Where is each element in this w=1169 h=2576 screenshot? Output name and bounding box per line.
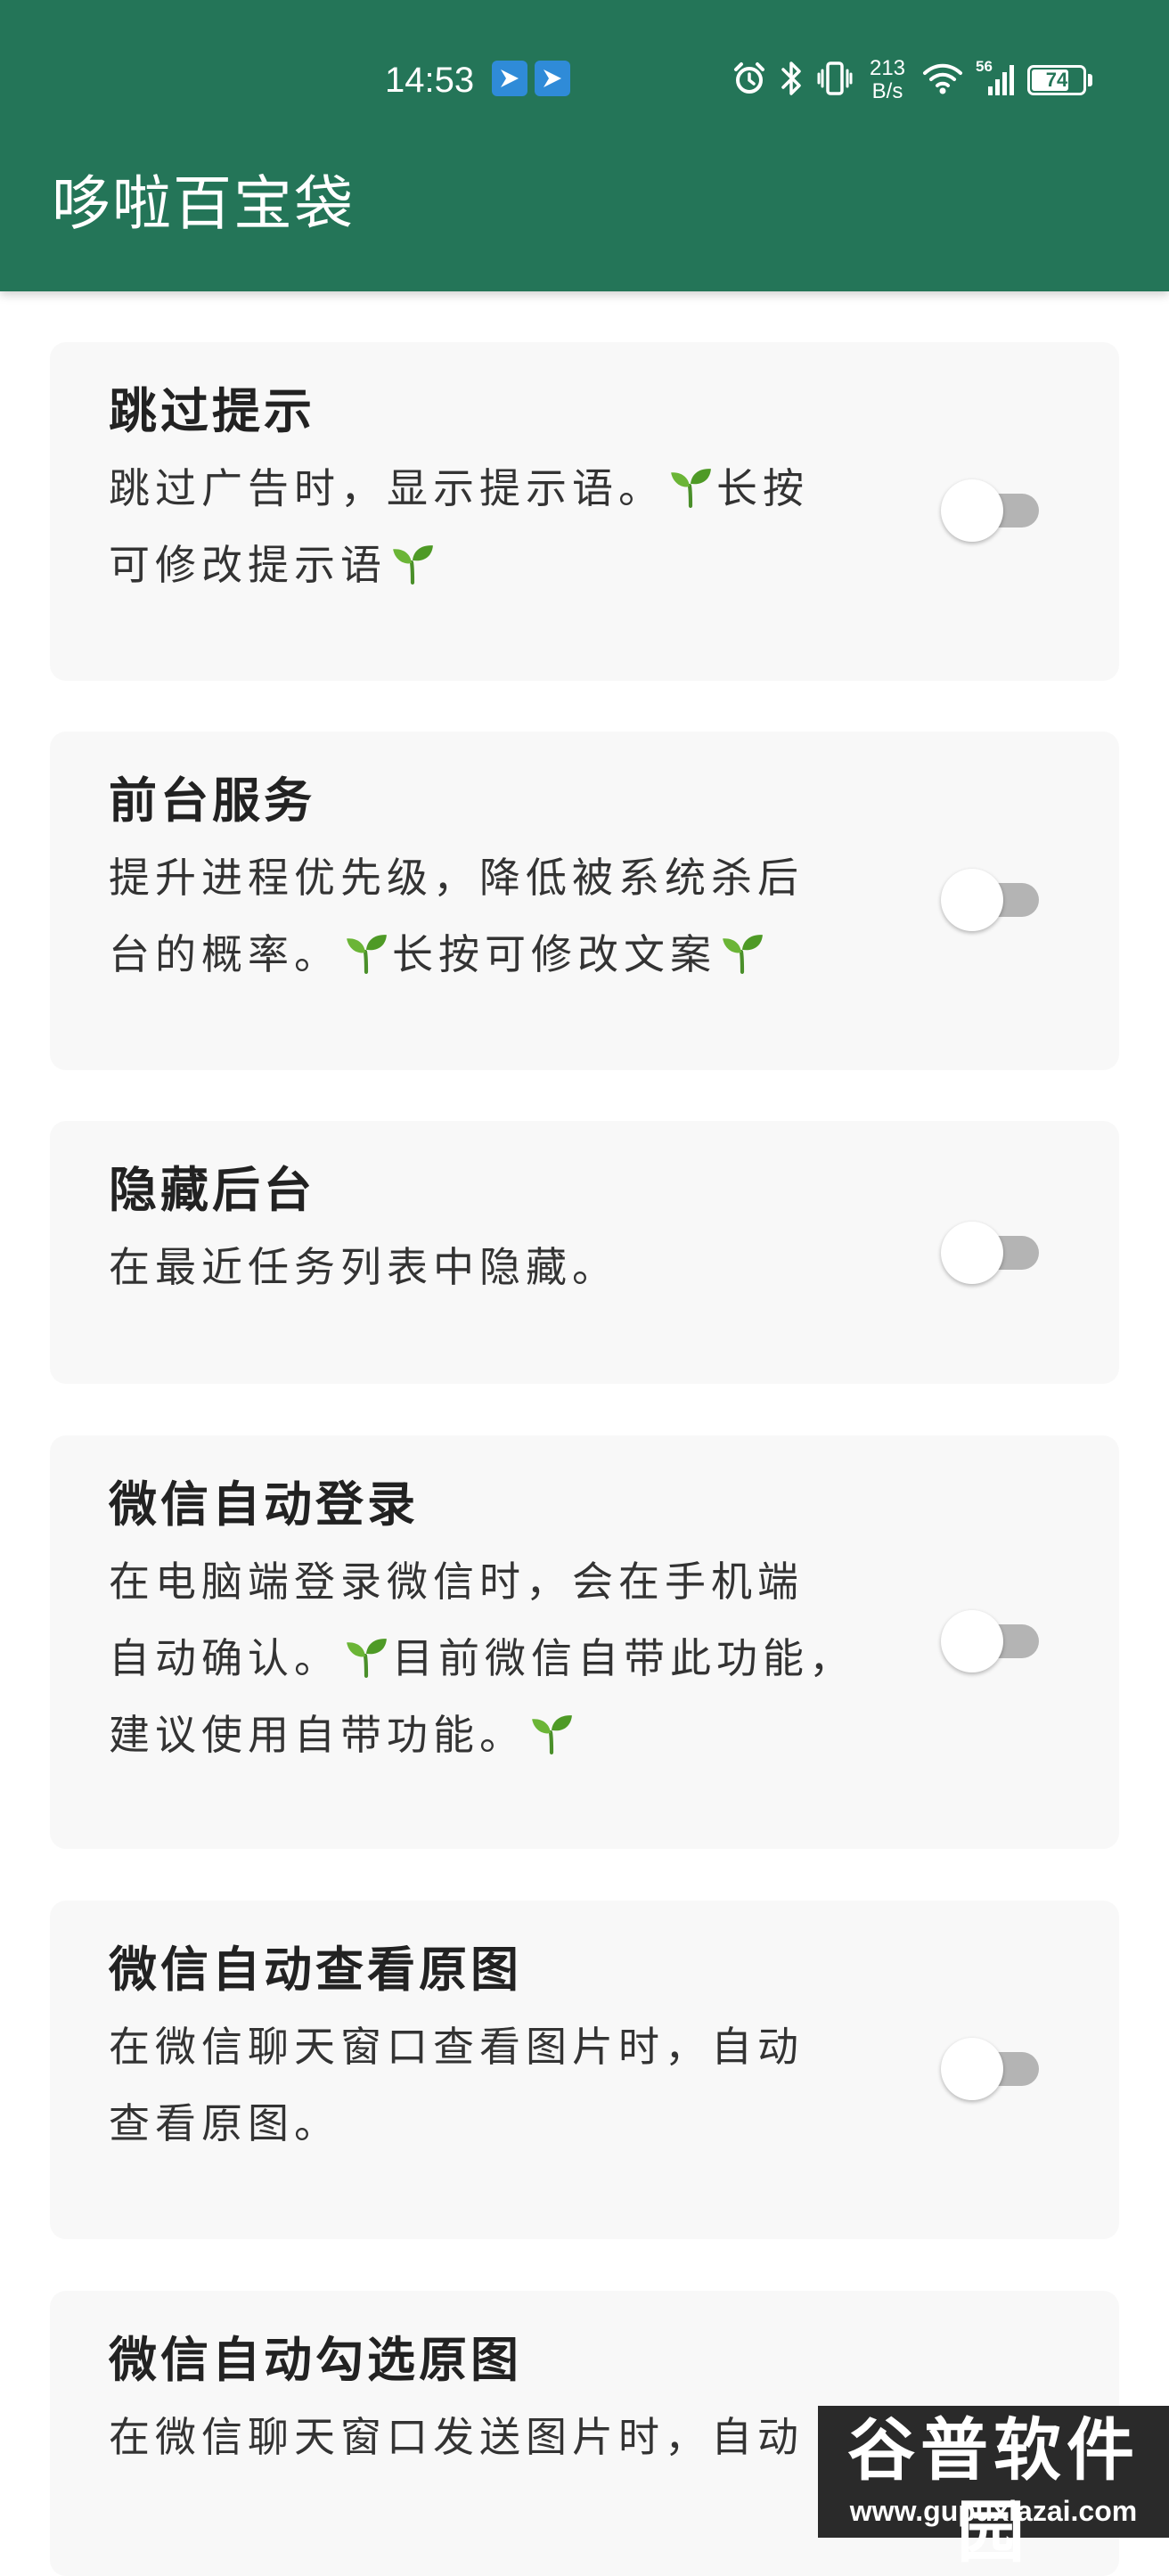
setting-card-skip-tip: 跳过提示 跳过广告时，显示提示语。 长按 可修改提示语 bbox=[50, 342, 1119, 681]
notification-app-icon bbox=[535, 61, 570, 96]
wechat-view-original-toggle[interactable] bbox=[936, 2035, 1042, 2103]
setting-title: 微信自动勾选原图 bbox=[109, 2332, 522, 2388]
sprout-icon bbox=[529, 1710, 574, 1754]
network-speed-unit: B/s bbox=[871, 79, 903, 103]
setting-title: 微信自动登录 bbox=[109, 1476, 419, 1533]
signal-icon: 56 bbox=[976, 58, 1015, 99]
setting-title: 微信自动查看原图 bbox=[109, 1942, 522, 1998]
sprout-icon bbox=[344, 929, 388, 974]
status-icons: 213 B/s 56 74 bbox=[732, 53, 1092, 107]
setting-description: 在微信聊天窗口查看图片时，自动 查看原图。 bbox=[109, 2023, 804, 2147]
status-bar: 14:53 213 B/s 56 74 bbox=[0, 0, 1169, 160]
setting-title: 前台服务 bbox=[109, 773, 315, 829]
watermark-url: www.gupuxiazai.com bbox=[849, 2495, 1138, 2527]
toggle-thumb bbox=[941, 1610, 1003, 1672]
alarm-icon bbox=[732, 61, 767, 100]
sprout-icon bbox=[344, 1633, 388, 1678]
watermark-title: 谷普软件园 bbox=[847, 2410, 1140, 2572]
setting-card-wechat-view-original: 微信自动查看原图 在微信聊天窗口查看图片时，自动 查看原图。 bbox=[50, 1901, 1119, 2239]
network-speed-value: 213 bbox=[869, 56, 906, 80]
setting-title: 隐藏后台 bbox=[109, 1162, 315, 1218]
toggle-thumb bbox=[941, 1222, 1003, 1284]
setting-card-wechat-auto-login: 微信自动登录 在电脑端登录微信时，会在手机端 自动确认。 目前微信自带此功能， 建… bbox=[50, 1435, 1119, 1849]
watermark: 谷普软件园 www.gupuxiazai.com bbox=[818, 2406, 1169, 2572]
battery-icon: 74 bbox=[1027, 65, 1086, 95]
toggle-thumb bbox=[941, 479, 1003, 542]
setting-description: 在最近任务列表中隐藏。 bbox=[109, 1243, 618, 1291]
app-title: 哆啦百宝袋 bbox=[52, 169, 355, 238]
battery-level: 74 bbox=[1045, 69, 1068, 91]
hide-recents-toggle[interactable] bbox=[936, 1219, 1042, 1287]
foreground-service-toggle[interactable] bbox=[936, 866, 1042, 934]
notification-app-icon bbox=[492, 61, 527, 96]
skip-tip-toggle[interactable] bbox=[936, 477, 1042, 544]
toggle-thumb bbox=[941, 2038, 1003, 2100]
vibrate-icon bbox=[817, 60, 853, 101]
app-bar: 14:53 213 B/s 56 74 哆啦百宝袋 bbox=[0, 0, 1169, 291]
sprout-icon bbox=[668, 463, 713, 508]
toggle-thumb bbox=[941, 869, 1003, 931]
setting-description: 提升进程优先级，降低被系统杀后 台的概率。 长按可修改文案 bbox=[109, 854, 804, 978]
network-speed: 213 B/s bbox=[865, 57, 910, 103]
sprout-icon bbox=[720, 929, 764, 974]
setting-description: 在电脑端登录微信时，会在手机端 自动确认。 目前微信自带此功能， 建议使用自带功能… bbox=[109, 1558, 855, 1759]
wechat-auto-login-toggle[interactable] bbox=[936, 1607, 1042, 1675]
setting-card-foreground-service: 前台服务 提升进程优先级，降低被系统杀后 台的概率。 长按可修改文案 bbox=[50, 732, 1119, 1070]
status-time: 14:53 bbox=[385, 61, 475, 100]
bluetooth-icon bbox=[780, 60, 805, 101]
sprout-icon bbox=[390, 540, 435, 585]
wifi-icon bbox=[922, 61, 963, 99]
setting-card-hide-recents: 隐藏后台 在最近任务列表中隐藏。 bbox=[50, 1121, 1119, 1384]
battery-tip bbox=[1088, 74, 1092, 86]
setting-title: 跳过提示 bbox=[109, 383, 315, 439]
setting-description: 跳过广告时，显示提示语。 长按 可修改提示语 bbox=[109, 463, 809, 589]
setting-description: 在微信聊天窗口发送图片时，自动 bbox=[109, 2413, 804, 2461]
